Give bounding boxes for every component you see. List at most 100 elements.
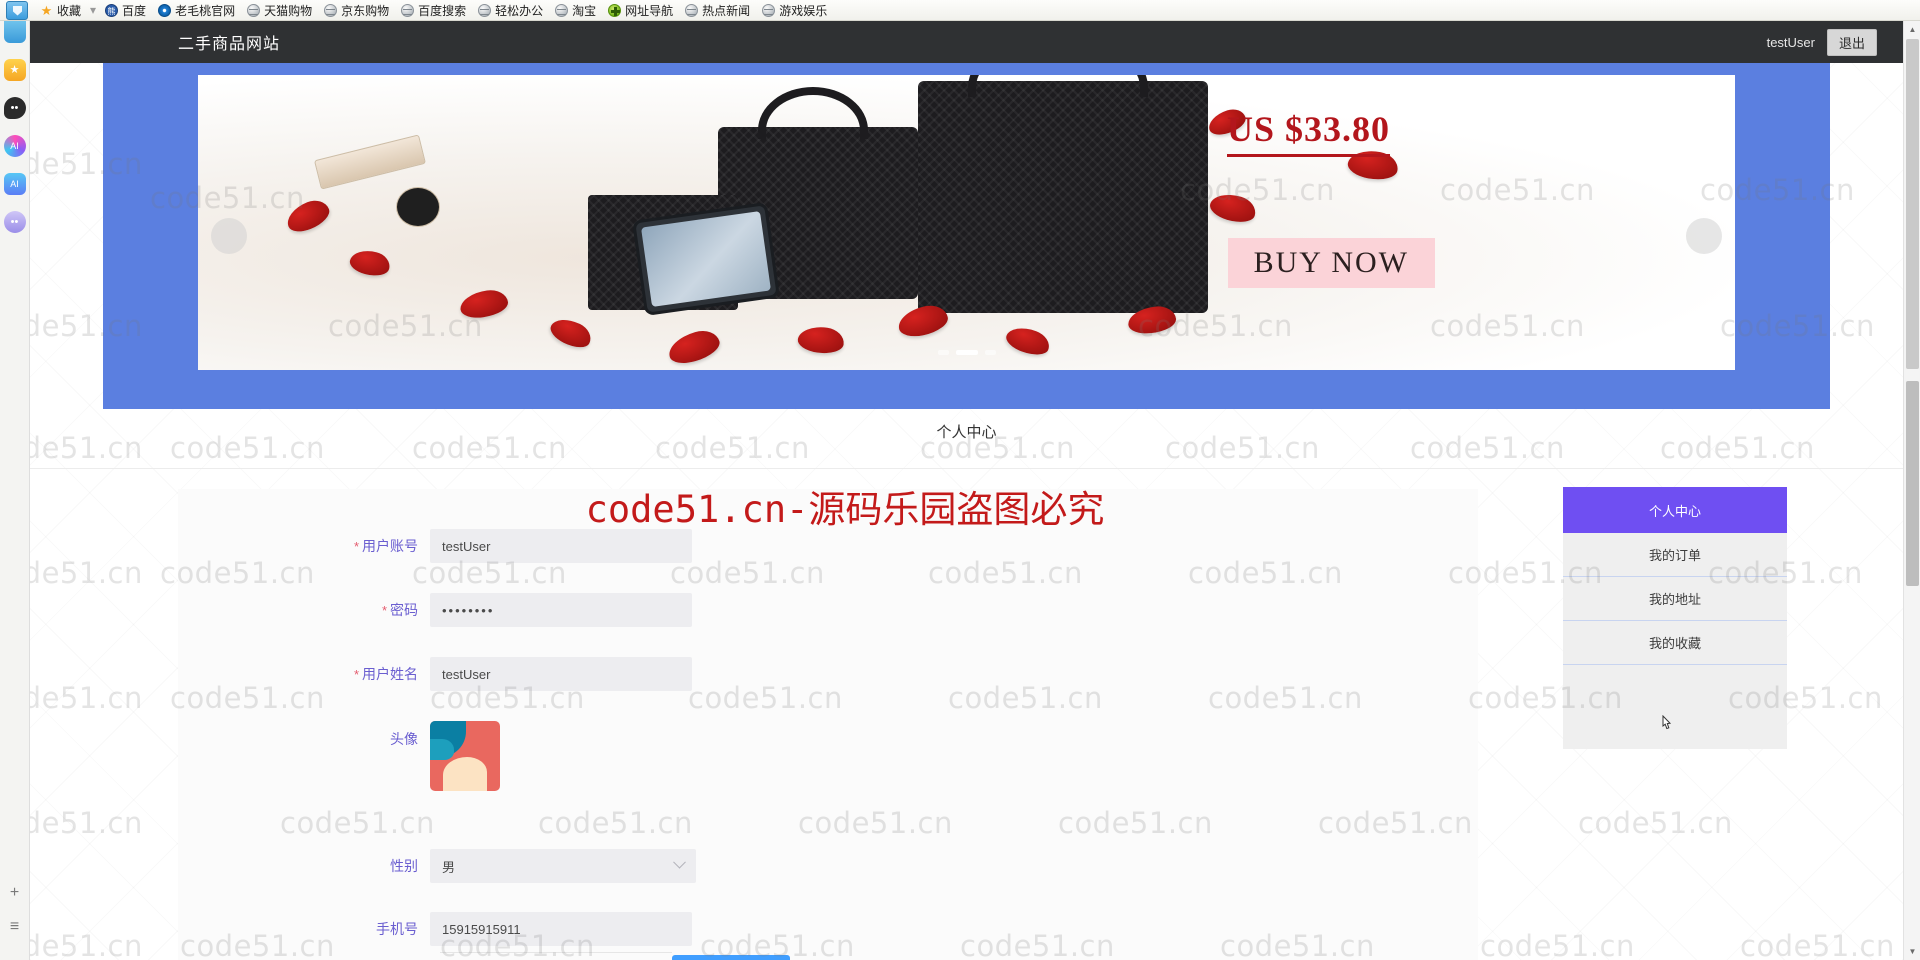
site-brand[interactable]: 二手商品网站 <box>178 30 280 54</box>
browser-logo-icon[interactable] <box>6 0 28 20</box>
rose-petal <box>546 313 596 353</box>
avatar[interactable] <box>430 721 500 791</box>
scrollbar-thumb[interactable] <box>1906 39 1919 369</box>
logout-button[interactable]: 退出 <box>1826 28 1877 56</box>
sidebar-item-label: 我的地址 <box>1648 592 1701 607</box>
sidebar-item-address[interactable]: 我的地址 <box>1563 577 1787 621</box>
label-text: 用户姓名 <box>362 666 418 682</box>
add-panel-button[interactable]: + <box>4 882 26 904</box>
bookmark-item-2[interactable]: 老毛桃官网 <box>152 1 241 20</box>
form-row-avatar: 头像 <box>178 721 1478 791</box>
banner-price: US $33.80 <box>1226 108 1390 157</box>
banner-carousel[interactable]: US $33.80 BUY NOW <box>103 63 1830 409</box>
label-text: 用户账号 <box>362 538 418 554</box>
bookmark-label: 轻松办公 <box>495 3 544 18</box>
password-input[interactable] <box>430 593 692 627</box>
bookmark-item-1[interactable]: 百度 <box>99 1 152 20</box>
page-title: 个人中心 <box>936 424 997 441</box>
globe-icon <box>324 3 338 17</box>
form-label-avatar: 头像 <box>178 721 430 749</box>
phone-input[interactable] <box>430 912 692 946</box>
star-icon: ★ <box>40 2 53 18</box>
header-username: testUser <box>1766 34 1815 50</box>
handbag-small-handle <box>758 87 868 139</box>
bookmark-label: 收藏 <box>57 3 82 18</box>
favorites-star-icon[interactable]: ★ <box>3 59 26 81</box>
required-asterisk: * <box>353 667 359 682</box>
globe-icon <box>401 3 415 17</box>
bookmark-item-9[interactable]: 热点新闻 <box>679 1 756 20</box>
sidebar-item-label: 我的收藏 <box>1648 636 1701 651</box>
bookmark-label: 天猫购物 <box>264 3 313 18</box>
sidebar-filler <box>1563 665 1787 709</box>
required-asterisk: * <box>381 603 387 618</box>
scroll-up-arrow[interactable]: ▲ <box>1904 21 1920 38</box>
ai-tools-icon[interactable]: AI <box>3 173 26 195</box>
ai-assistant-icon[interactable]: AI <box>3 135 26 157</box>
form-row-username: * 用户姓名 <box>178 657 1478 691</box>
account-input[interactable] <box>430 529 692 563</box>
rail-bottom-group: + ≡ <box>0 882 29 960</box>
carousel-indicator-dots[interactable] <box>937 350 996 355</box>
bookmark-label: 淘宝 <box>572 3 597 18</box>
bookmark-label: 网址导航 <box>625 3 674 18</box>
bookmark-label: 热点新闻 <box>702 3 751 18</box>
title-divider <box>30 468 1903 469</box>
bookmark-item-0[interactable]: ★ 收藏 <box>34 1 87 20</box>
form-label-gender: 性别 <box>178 856 430 876</box>
buy-now-button[interactable]: BUY NOW <box>1227 238 1435 288</box>
rose-petal <box>1003 322 1053 360</box>
bookmark-item-10[interactable]: 游戏娱乐 <box>756 1 833 20</box>
label-text: 密码 <box>390 602 418 618</box>
handbag-large-handle <box>968 75 1148 97</box>
bookmark-label: 游戏娱乐 <box>779 3 828 18</box>
chat-bubble-icon[interactable]: •• <box>3 97 26 119</box>
globe-icon <box>685 3 699 17</box>
form-row-gender: 性别 男 <box>178 849 1478 883</box>
form-row-account: * 用户账号 <box>178 529 1478 563</box>
mouse-cursor <box>1662 715 1672 730</box>
bookmark-item-3[interactable]: 天猫购物 <box>241 1 318 20</box>
browser-left-rail: ★ •• AI AI •• + ≡ <box>0 21 30 960</box>
submit-button[interactable] <box>672 955 790 960</box>
sidebar-item-favorites[interactable]: 我的收藏 <box>1563 621 1787 665</box>
globe-icon <box>762 3 776 17</box>
carousel-dot-2[interactable] <box>984 350 996 355</box>
label-text: 手机号 <box>376 921 418 937</box>
carousel-dot-1[interactable] <box>955 350 978 355</box>
carousel-dot-0[interactable] <box>937 350 949 355</box>
bookmark-separator: ▾ <box>90 3 97 17</box>
bookmark-item-4[interactable]: 京东购物 <box>318 1 395 20</box>
globe-icon <box>247 3 261 17</box>
sidebar-item-orders[interactable]: 我的订单 <box>1563 533 1787 577</box>
banner-slide: US $33.80 BUY NOW <box>198 75 1735 370</box>
form-label-username: * 用户姓名 <box>178 664 430 684</box>
carousel-next-arrow[interactable] <box>1686 218 1722 254</box>
chevron-down-icon <box>673 855 686 869</box>
rail-menu-button[interactable]: ≡ <box>4 916 26 938</box>
scrollbar-thumb-secondary[interactable] <box>1906 381 1919 586</box>
avatar-shape-cream <box>442 757 488 791</box>
form-row-phone: 手机号 <box>178 912 1478 946</box>
label-text: 头像 <box>390 731 418 747</box>
app-logo-icon[interactable] <box>3 21 26 43</box>
scroll-down-arrow[interactable]: ▼ <box>1904 943 1920 960</box>
bookmark-item-7[interactable]: 淘宝 <box>549 1 602 20</box>
form-row-password: * 密码 <box>178 593 1478 627</box>
ghost-icon[interactable]: •• <box>3 211 26 233</box>
rose-petal <box>665 326 723 368</box>
bookmark-item-5[interactable]: 百度搜索 <box>395 1 472 20</box>
bookmark-label: 京东购物 <box>341 3 390 18</box>
form-bottom-divider <box>440 952 672 953</box>
globe-icon <box>478 3 492 17</box>
username-input[interactable] <box>430 657 692 691</box>
carousel-prev-arrow[interactable] <box>211 218 247 254</box>
gender-select[interactable]: 男 <box>430 849 696 883</box>
profile-form-card: *用户账号 *密码 *用户姓名 头像 <box>178 489 1478 960</box>
bookmark-item-6[interactable]: 轻松办公 <box>472 1 549 20</box>
avatar-shape-teal <box>430 739 454 761</box>
page-scrollbar[interactable]: ▲ ▼ <box>1903 21 1920 960</box>
bookmark-item-8[interactable]: 网址导航 <box>602 1 679 20</box>
page-viewport: 二手商品网站 testUser 退出 US $33.80 BUY NOW 个人中… <box>30 21 1903 960</box>
form-label-account: * 用户账号 <box>178 536 430 556</box>
